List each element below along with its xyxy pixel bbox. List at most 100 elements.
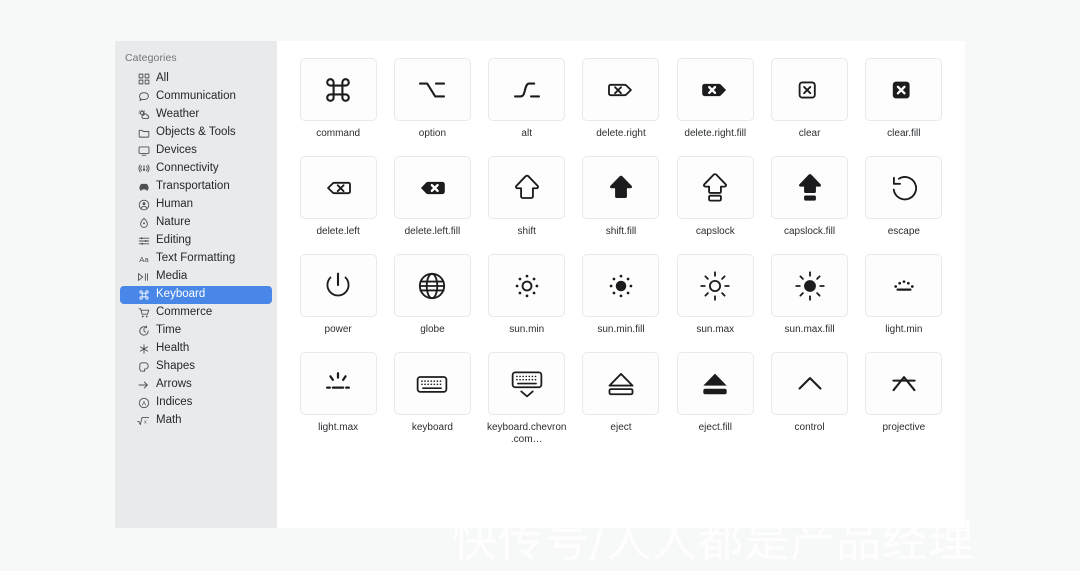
sun-max-fill-icon[interactable] (771, 254, 848, 317)
sidebar-item-human[interactable]: Human (120, 196, 272, 214)
icon-cell[interactable]: delete.right.fill (668, 58, 762, 140)
sidebar-item-label: Weather (156, 109, 199, 121)
icon-label: sun.min.fill (597, 324, 644, 336)
icon-cell[interactable]: light.min (857, 254, 951, 336)
icon-cell[interactable]: sun.max (668, 254, 762, 336)
sidebar-item-devices[interactable]: Devices (120, 142, 272, 160)
icon-cell[interactable]: option (385, 58, 479, 140)
command-icon[interactable] (300, 58, 377, 121)
icon-cell[interactable]: sun.min (480, 254, 574, 336)
escape-icon[interactable] (865, 156, 942, 219)
svg-text:x: x (144, 420, 147, 426)
globe-icon[interactable] (394, 254, 471, 317)
sidebar-item-label: All (156, 73, 169, 85)
monitor-icon (136, 145, 151, 158)
sidebar-item-label: Health (156, 343, 189, 355)
sidebar-item-weather[interactable]: Weather (120, 106, 272, 124)
icon-cell[interactable]: projective (857, 352, 951, 446)
icon-cell[interactable]: capslock (668, 156, 762, 238)
icon-cell[interactable]: clear.fill (857, 58, 951, 140)
sidebar-item-connectivity[interactable]: Connectivity (120, 160, 272, 178)
clear-icon[interactable] (771, 58, 848, 121)
sidebar-item-label: Communication (156, 91, 236, 103)
shift-icon[interactable] (488, 156, 565, 219)
sidebar-item-math[interactable]: xMath (120, 412, 272, 430)
sidebar-item-indices[interactable]: A Indices (120, 394, 272, 412)
icon-cell[interactable]: alt (480, 58, 574, 140)
sidebar-title: Categories (115, 49, 277, 70)
eject-fill-icon[interactable] (677, 352, 754, 415)
capslock-fill-icon[interactable] (771, 156, 848, 219)
sun-min-fill-icon[interactable] (582, 254, 659, 317)
sidebar-item-commerce[interactable]: Commerce (120, 304, 272, 322)
icon-cell[interactable]: eject (574, 352, 668, 446)
icon-cell[interactable]: delete.left (291, 156, 385, 238)
sidebar-item-all[interactable]: All (120, 70, 272, 88)
keyboard-chevron-icon[interactable] (488, 352, 565, 415)
delete-left-fill-icon[interactable] (394, 156, 471, 219)
icon-label: delete.left.fill (405, 226, 461, 238)
sun-max-icon[interactable] (677, 254, 754, 317)
icon-cell[interactable]: globe (385, 254, 479, 336)
svg-text:A: A (141, 401, 145, 407)
clear-fill-icon[interactable] (865, 58, 942, 121)
antenna-icon (136, 163, 151, 176)
icon-cell[interactable]: keyboard (385, 352, 479, 446)
delete-left-icon[interactable] (300, 156, 377, 219)
option-icon[interactable] (394, 58, 471, 121)
capslock-icon[interactable] (677, 156, 754, 219)
icon-cell[interactable]: clear (762, 58, 856, 140)
projective-icon[interactable] (865, 352, 942, 415)
sidebar-item-shapes[interactable]: Shapes (120, 358, 272, 376)
sidebar-item-label: Human (156, 199, 193, 211)
shapes-icon (136, 361, 151, 374)
eject-icon[interactable] (582, 352, 659, 415)
icon-cell[interactable]: light.max (291, 352, 385, 446)
power-icon[interactable] (300, 254, 377, 317)
icon-cell[interactable]: command (291, 58, 385, 140)
sidebar-item-label: Indices (156, 397, 192, 409)
sun-min-icon[interactable] (488, 254, 565, 317)
icon-label: projective (882, 422, 925, 434)
icon-cell[interactable]: escape (857, 156, 951, 238)
icon-label: eject.fill (699, 422, 732, 434)
delete-right-icon[interactable] (582, 58, 659, 121)
sidebar-item-health[interactable]: Health (120, 340, 272, 358)
light-max-icon[interactable] (300, 352, 377, 415)
grid-icon (136, 73, 151, 86)
icon-cell[interactable]: delete.right (574, 58, 668, 140)
sidebar-item-time[interactable]: Time (120, 322, 272, 340)
icon-label: delete.right (596, 128, 645, 140)
keyboard-icon[interactable] (394, 352, 471, 415)
speech-bubble-icon (136, 91, 151, 104)
sidebar-item-nature[interactable]: Nature (120, 214, 272, 232)
icon-cell[interactable]: sun.max.fill (762, 254, 856, 336)
icon-cell[interactable]: keyboard.chevron.com… (480, 352, 574, 446)
icon-label: power (325, 324, 352, 336)
icon-cell[interactable]: capslock.fill (762, 156, 856, 238)
asterisk-icon (136, 343, 151, 356)
icon-label: shift.fill (606, 226, 637, 238)
alt-icon[interactable] (488, 58, 565, 121)
sidebar-item-arrows[interactable]: Arrows (120, 376, 272, 394)
icon-cell[interactable]: shift (480, 156, 574, 238)
sidebar-item-transportation[interactable]: Transportation (120, 178, 272, 196)
car-icon (136, 181, 151, 194)
delete-right-fill-icon[interactable] (677, 58, 754, 121)
light-min-icon[interactable] (865, 254, 942, 317)
icon-cell[interactable]: delete.left.fill (385, 156, 479, 238)
icon-browser-content: commandoptionalt delete.right delete.right… (277, 41, 965, 528)
control-icon[interactable] (771, 352, 848, 415)
sidebar-item-media[interactable]: Media (120, 268, 272, 286)
shift-fill-icon[interactable] (582, 156, 659, 219)
sidebar-item-text-formatting[interactable]: AaText Formatting (120, 250, 272, 268)
sidebar-item-keyboard[interactable]: Keyboard (120, 286, 272, 304)
icon-cell[interactable]: shift.fill (574, 156, 668, 238)
icon-cell[interactable]: eject.fill (668, 352, 762, 446)
icon-cell[interactable]: control (762, 352, 856, 446)
icon-cell[interactable]: power (291, 254, 385, 336)
sidebar-item-editing[interactable]: Editing (120, 232, 272, 250)
sidebar-item-communication[interactable]: Communication (120, 88, 272, 106)
icon-cell[interactable]: sun.min.fill (574, 254, 668, 336)
sidebar-item-objects-tools[interactable]: Objects & Tools (120, 124, 272, 142)
